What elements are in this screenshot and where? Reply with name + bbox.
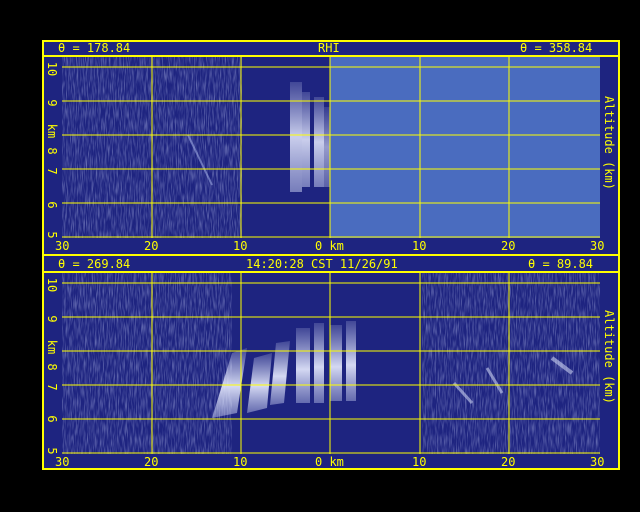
bottom-rhi-plot	[62, 273, 600, 454]
top-x-tick-10-right: 10	[412, 239, 427, 253]
top-y-unit: km	[45, 123, 59, 139]
bottom-y-tick-6: 6	[45, 415, 59, 423]
bottom-panel-header: θ = 269.84 14:20:28 CST 11/26/91 θ = 89.…	[44, 256, 618, 272]
bottom-x-tick-20-right: 20	[501, 455, 516, 469]
top-x-tick-30-left: 30	[55, 239, 70, 253]
bottom-right-angle: θ = 89.84	[528, 257, 594, 271]
bottom-y-tick-9: 9	[45, 315, 59, 323]
top-right-axis-title: Altitude (km)	[602, 96, 616, 190]
top-y-tick-6: 6	[45, 201, 59, 209]
bottom-y-unit: km	[45, 339, 59, 355]
top-scan-type: RHI	[318, 41, 340, 55]
top-y-tick-8: 8	[45, 147, 59, 155]
bottom-left-angle: θ = 269.84	[58, 257, 131, 271]
bottom-x-tick-0: 0 km	[315, 455, 344, 469]
bottom-right-axis-title: Altitude (km)	[602, 310, 616, 404]
top-x-tick-20-left: 20	[144, 239, 159, 253]
bottom-y-tick-10: 10	[45, 277, 59, 293]
top-rhi-image	[62, 57, 600, 238]
top-rhi-plot	[62, 57, 600, 238]
bottom-rhi-image	[62, 273, 600, 454]
no-data-region	[330, 57, 600, 238]
top-y-tick-7: 7	[45, 167, 59, 175]
bottom-x-tick-30-right: 30	[590, 455, 605, 469]
top-x-tick-20-right: 20	[501, 239, 516, 253]
bottom-x-tick-30-left: 30	[55, 455, 70, 469]
top-y-tick-10: 10	[45, 61, 59, 77]
top-x-tick-0: 0 km	[315, 239, 344, 253]
bottom-x-tick-10-left: 10	[233, 455, 248, 469]
top-panel-header: θ = 178.84 RHI θ = 358.84	[44, 40, 618, 56]
top-x-tick-10-left: 10	[233, 239, 248, 253]
bottom-x-tick-20-left: 20	[144, 455, 159, 469]
bottom-y-tick-8: 8	[45, 363, 59, 371]
bottom-x-tick-10-right: 10	[412, 455, 427, 469]
top-left-angle: θ = 178.84	[58, 41, 131, 55]
bottom-y-tick-7: 7	[45, 383, 59, 391]
top-x-tick-30-right: 30	[590, 239, 605, 253]
top-right-angle: θ = 358.84	[520, 41, 593, 55]
bottom-timestamp: 14:20:28 CST 11/26/91	[246, 257, 398, 271]
top-y-tick-9: 9	[45, 99, 59, 107]
